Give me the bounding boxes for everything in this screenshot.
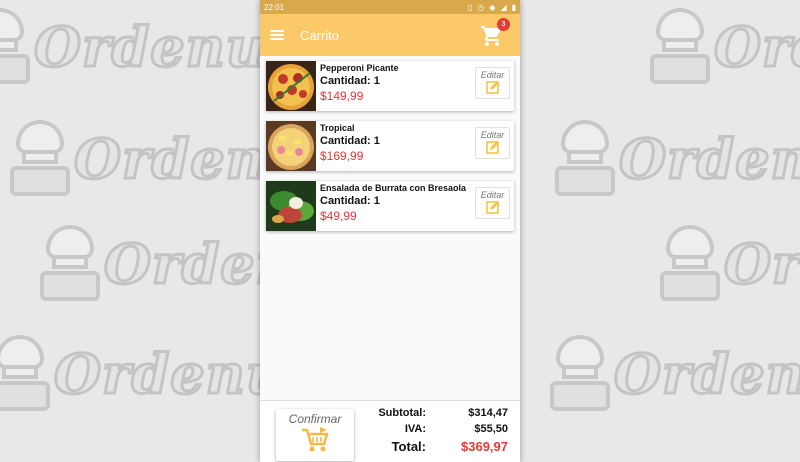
edit-pencil-icon <box>485 201 499 214</box>
cart-list: Pepperoni Picante Cantidad: 1 $149,99 Ed… <box>260 56 520 246</box>
totals-summary: Subtotal: $314,47 IVA: $55,50 Total: $36… <box>372 406 508 458</box>
subtotal-row: Subtotal: $314,47 <box>372 406 508 422</box>
watermark-logo: Ordenus <box>660 225 800 303</box>
page-title: Carrito <box>300 27 340 43</box>
alarm-icon: ◷ <box>477 2 485 12</box>
iva-label: IVA: <box>404 423 426 435</box>
vibrate-icon: ▯ <box>467 2 473 12</box>
signal-icon: ◢ <box>500 2 507 12</box>
edit-pencil-icon <box>485 141 499 154</box>
confirm-label: Confirmar <box>288 412 342 426</box>
cart-checkout-icon <box>302 427 329 452</box>
edit-button[interactable]: Editar <box>475 187 510 219</box>
iva-row: IVA: $55,50 <box>372 422 508 438</box>
pepperoni-pizza-image <box>266 61 316 111</box>
status-time: 22:01 <box>264 2 285 12</box>
tropical-pizza-image <box>266 121 316 171</box>
cart-button[interactable]: 3 <box>480 18 510 48</box>
edit-label: Editar <box>480 190 505 200</box>
watermark-logo: Ordenus <box>650 8 800 86</box>
edit-button[interactable]: Editar <box>475 67 510 99</box>
total-row: Total: $369,97 <box>372 438 508 458</box>
salad-image <box>266 181 316 231</box>
edit-button[interactable]: Editar <box>475 127 510 159</box>
confirm-button[interactable]: Confirmar <box>276 409 354 461</box>
total-label: Total: <box>391 439 426 454</box>
total-value: $369,97 <box>461 439 508 454</box>
wifi-icon: ◆ <box>489 2 496 12</box>
edit-label: Editar <box>480 70 505 80</box>
watermark-logo: Ordenus <box>550 335 800 413</box>
cart-footer: Confirmar Subtotal: $314,47 IVA: $55,50 <box>260 400 520 462</box>
subtotal-label: Subtotal: <box>378 407 426 419</box>
cart-item[interactable]: Pepperoni Picante Cantidad: 1 $149,99 Ed… <box>266 61 514 111</box>
phone-screen: 22:01 ▯ ◷ ◆ ◢ ▮ Carrito 3 Pepperoni Pica… <box>260 0 520 462</box>
watermark-logo: Ordenus <box>0 8 298 86</box>
edit-pencil-icon <box>485 81 499 94</box>
iva-value: $55,50 <box>474 423 508 435</box>
cart-count-badge: 3 <box>497 18 510 31</box>
status-bar: 22:01 ▯ ◷ ◆ ◢ ▮ <box>260 0 520 14</box>
app-bar: Carrito 3 <box>260 14 520 56</box>
edit-label: Editar <box>480 130 505 140</box>
cart-item[interactable]: Ensalada de Burrata con Bresaola Cantida… <box>266 181 514 231</box>
watermark-logo: Ordenus <box>555 120 800 198</box>
subtotal-value: $314,47 <box>468 407 508 419</box>
hamburger-menu-icon[interactable] <box>270 30 284 40</box>
battery-icon: ▮ <box>511 2 516 12</box>
cart-item[interactable]: Tropical Cantidad: 1 $169,99 Editar <box>266 121 514 171</box>
